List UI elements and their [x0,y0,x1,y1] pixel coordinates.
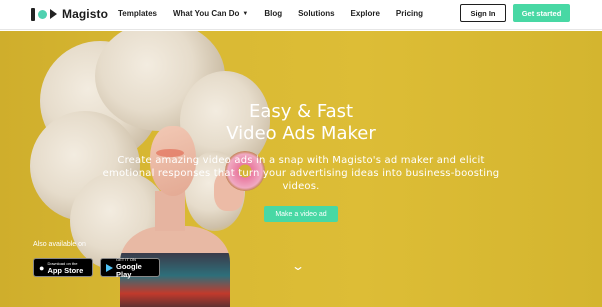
nav-item-blog[interactable]: Blog [264,9,282,18]
nav-item-label: What You Can Do [172,9,240,18]
hero-subtitle: Create amazing video ads in a snap with … [102,155,500,192]
nav-item-pricing[interactable]: Pricing [396,9,423,18]
nav-item-label: Blog [264,9,283,18]
gplay-big-text: Google Play [116,261,142,279]
logo-mark-icon [31,7,57,21]
nav-item-label: Pricing [395,9,424,18]
hero-title-line2: Video Ads Maker [226,123,376,144]
logo-text: Magisto [62,7,109,21]
google-play-icon [106,263,113,272]
apple-icon: ● [39,262,45,273]
hero-title-line1: Easy & Fast [248,101,354,122]
scroll-down-chevron-icon[interactable]: ⌄ [291,259,305,273]
nav-item-templates[interactable]: Templates [118,9,157,18]
hero-section: Easy & Fast Video Ads Maker Create amazi… [0,31,602,307]
nav-item-label: Solutions [298,9,335,18]
chevron-down-icon: ▼ [242,10,249,17]
nav-item-explore[interactable]: Explore [351,9,380,18]
also-available-label: Also available on [33,241,86,248]
nav-item-what-you-can-do[interactable]: What You Can Do ▼ [173,9,248,18]
hero-title: Easy & Fast Video Ads Maker [200,101,402,145]
top-navbar: Magisto Templates What You Can Do ▼ Blog … [0,0,602,30]
sign-in-button[interactable]: Sign In [460,4,506,22]
nav-item-label: Explore [350,9,380,18]
magisto-logo[interactable]: Magisto [31,6,108,22]
nav-item-solutions[interactable]: Solutions [298,9,334,18]
nav-item-label: Templates [118,9,157,18]
main-menu: Templates What You Can Do ▼ Blog Solution… [118,9,439,18]
google-play-badge[interactable]: GET IT ON Google Play [100,257,160,279]
get-started-button[interactable]: Get started [513,4,570,22]
app-store-badge[interactable]: ● Download on the App Store [33,258,93,277]
appstore-big-text: App Store [47,265,84,275]
make-video-ad-button[interactable]: Make a video ad [264,206,338,222]
